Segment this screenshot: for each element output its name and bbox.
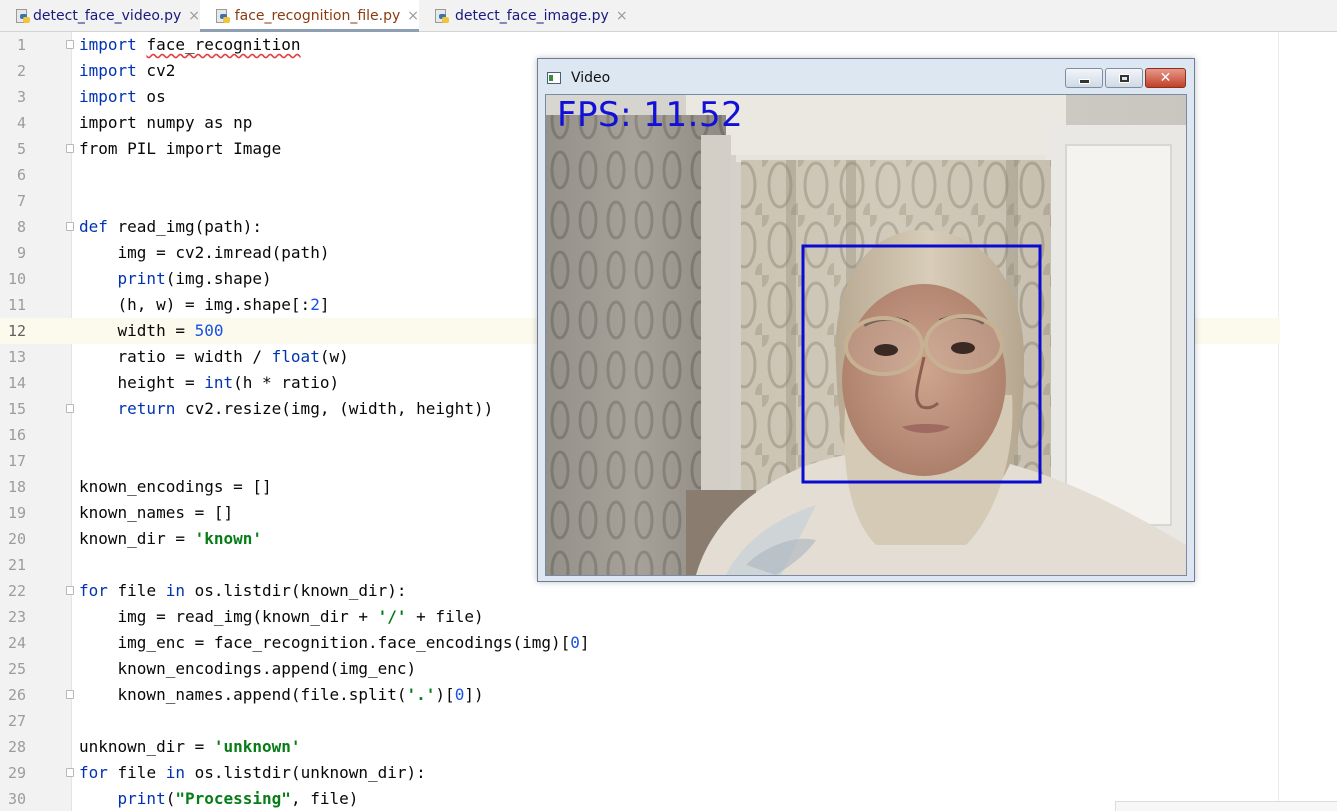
code-line: 25 known_encodings.append(img_enc) xyxy=(7,659,417,678)
editor-tab-bar: detect_face_video.py × face_recognition_… xyxy=(0,0,1337,32)
video-window-title: Video xyxy=(571,70,611,86)
fold-marker-icon[interactable] xyxy=(66,690,74,699)
tab-face-recognition-file[interactable]: face_recognition_file.py × xyxy=(200,0,419,32)
fold-marker-icon[interactable] xyxy=(66,404,74,413)
minimize-icon xyxy=(1078,78,1090,84)
fold-marker-icon[interactable] xyxy=(66,40,74,49)
minimize-button[interactable] xyxy=(1065,68,1103,88)
bottom-panel-edge xyxy=(1115,801,1337,811)
window-app-icon xyxy=(547,72,561,84)
fold-marker-icon[interactable] xyxy=(66,222,74,231)
fps-counter: FPS: 11.52 xyxy=(557,95,744,135)
tab-label: face_recognition_file.py xyxy=(234,7,401,24)
video-window-titlebar[interactable]: Video ✕ xyxy=(538,59,1194,93)
code-line: 24 img_enc = face_recognition.face_encod… xyxy=(7,633,590,652)
tab-detect-face-image[interactable]: detect_face_image.py × xyxy=(419,0,639,31)
python-file-icon xyxy=(214,8,230,24)
close-tab-icon[interactable]: × xyxy=(188,8,200,24)
tab-detect-face-video[interactable]: detect_face_video.py × xyxy=(0,0,200,31)
code-line: 23 img = read_img(known_dir + '/' + file… xyxy=(7,607,484,626)
close-icon: ✕ xyxy=(1159,70,1172,86)
tab-label: detect_face_image.py xyxy=(455,7,609,24)
close-tab-icon[interactable]: × xyxy=(616,8,628,24)
maximize-icon xyxy=(1119,74,1129,82)
video-window[interactable]: Video ✕ FPS: 11.52 xyxy=(537,58,1195,582)
fold-marker-icon[interactable] xyxy=(66,768,74,777)
python-file-icon xyxy=(433,8,449,24)
code-line: 26 known_names.append(file.split('.')[0]… xyxy=(7,685,484,704)
webcam-image xyxy=(546,95,1186,575)
code-line: 27 xyxy=(7,712,26,730)
close-tab-icon[interactable]: × xyxy=(407,8,419,24)
fold-marker-icon[interactable] xyxy=(66,144,74,153)
code-line: 30 print("Processing", file) xyxy=(7,789,359,808)
close-button[interactable]: ✕ xyxy=(1145,68,1186,88)
fold-marker-icon[interactable] xyxy=(66,586,74,595)
code-line: 29 for file in os.listdir(unknown_dir): xyxy=(7,763,426,782)
video-frame: FPS: 11.52 xyxy=(545,94,1187,576)
maximize-button[interactable] xyxy=(1105,68,1143,88)
spelling-warning: face_recognition xyxy=(146,35,301,54)
python-file-icon xyxy=(14,8,30,24)
code-line: 1 import face_recognition xyxy=(16,35,301,54)
tab-label: detect_face_video.py xyxy=(33,7,182,24)
ide-window: detect_face_video.py × face_recognition_… xyxy=(0,0,1337,811)
code-line: 28 unknown_dir = 'unknown' xyxy=(7,737,301,756)
